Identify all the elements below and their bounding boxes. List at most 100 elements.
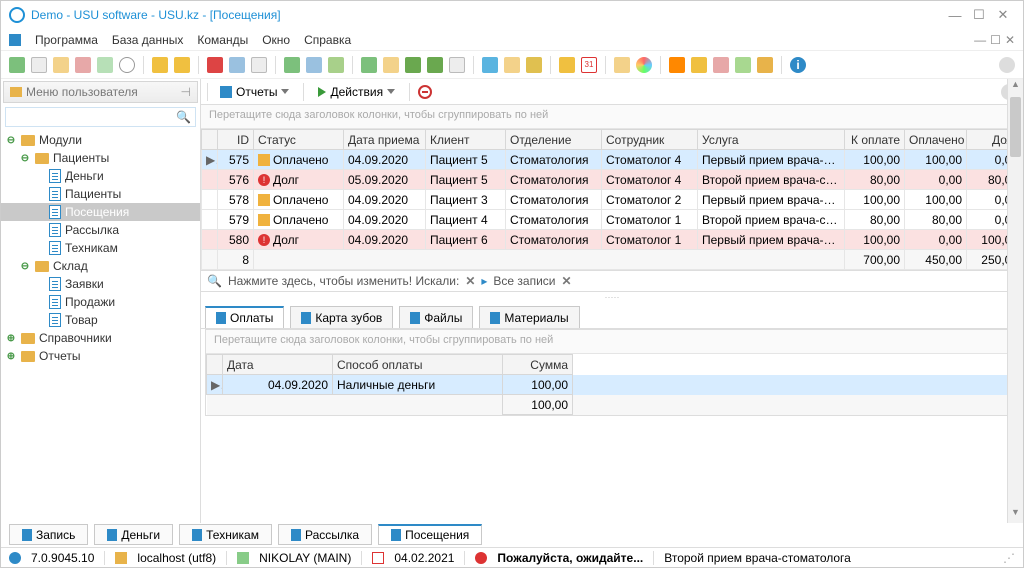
cell[interactable]: Стоматология: [506, 230, 602, 250]
column-header[interactable]: Сотрудник: [602, 130, 698, 150]
filter-bar[interactable]: 🔍 Нажмите здесь, чтобы изменить! Искали:…: [201, 270, 1023, 292]
mdi-restore-button[interactable]: ☐: [990, 33, 1001, 47]
clear-all-icon[interactable]: ✕: [562, 274, 572, 288]
cell[interactable]: [202, 190, 218, 210]
clock-icon[interactable]: [559, 57, 575, 73]
tool-icon[interactable]: [53, 57, 69, 73]
reports-button[interactable]: Отчеты: [214, 83, 295, 101]
expand-icon[interactable]: ⊕: [5, 351, 17, 362]
tool-icon[interactable]: [9, 57, 25, 73]
tool-icon[interactable]: [526, 57, 542, 73]
excel-icon[interactable]: [405, 57, 421, 73]
cell[interactable]: 100,00: [845, 190, 905, 210]
detail-tab[interactable]: Карта зубов: [290, 306, 393, 328]
table-row[interactable]: 579Оплачено04.09.2020Пациент 4Стоматолог…: [202, 210, 1023, 230]
tool-icon[interactable]: [75, 57, 91, 73]
tree-node[interactable]: Посещения: [1, 203, 200, 221]
cell-sum[interactable]: 100,00: [503, 375, 573, 395]
tree-node[interactable]: ⊖Пациенты: [1, 149, 200, 167]
table-row[interactable]: ▶575Оплачено04.09.2020Пациент 5Стоматоло…: [202, 150, 1023, 170]
color-icon[interactable]: [636, 57, 652, 73]
trophy-icon[interactable]: [174, 57, 190, 73]
bottom-tab[interactable]: Деньги: [94, 524, 173, 545]
cell[interactable]: Стоматология: [506, 150, 602, 170]
tree-node[interactable]: ⊕Справочники: [1, 329, 200, 347]
cell[interactable]: 576: [218, 170, 254, 190]
cell[interactable]: Оплачено: [254, 210, 344, 230]
cell[interactable]: [202, 170, 218, 190]
cell[interactable]: Стоматолог 4: [602, 150, 698, 170]
detail-tab[interactable]: Материалы: [479, 306, 579, 328]
bottom-tab[interactable]: Посещения: [378, 524, 482, 545]
cell[interactable]: Стоматолог 2: [602, 190, 698, 210]
cell[interactable]: 580: [218, 230, 254, 250]
bottom-tab[interactable]: Запись: [9, 524, 88, 545]
tool-icon[interactable]: [97, 57, 113, 73]
cell-date[interactable]: 04.09.2020: [223, 375, 333, 395]
minimize-button[interactable]: —: [943, 8, 967, 23]
cell[interactable]: 80,00: [845, 210, 905, 230]
col-method[interactable]: Способ оплаты: [333, 355, 503, 375]
scrollbar[interactable]: ▲ ▼: [1007, 79, 1023, 523]
column-header[interactable]: Статус: [254, 130, 344, 150]
actions-button[interactable]: Действия: [312, 83, 401, 101]
tree-node[interactable]: Товар: [1, 311, 200, 329]
cell[interactable]: 578: [218, 190, 254, 210]
tool-icon[interactable]: [284, 57, 300, 73]
column-header[interactable]: Клиент: [426, 130, 506, 150]
cell[interactable]: Стоматолог 1: [602, 230, 698, 250]
cell[interactable]: Стоматолог 4: [602, 170, 698, 190]
column-header[interactable]: Отделение: [506, 130, 602, 150]
column-header[interactable]: Оплачено: [905, 130, 967, 150]
col-date[interactable]: Дата: [223, 355, 333, 375]
cell[interactable]: Второй прием врача-сто...: [698, 210, 845, 230]
cell[interactable]: 0,00: [905, 170, 967, 190]
splitter[interactable]: ·····: [201, 292, 1023, 300]
tool-icon[interactable]: [328, 57, 344, 73]
filter-all[interactable]: Все записи: [493, 274, 555, 288]
flag-icon[interactable]: [207, 57, 223, 73]
tool-icon[interactable]: [614, 57, 630, 73]
sidebar-search[interactable]: 🔍: [5, 107, 196, 127]
cell[interactable]: [202, 210, 218, 230]
cell[interactable]: Пациент 5: [426, 170, 506, 190]
cell[interactable]: 80,00: [905, 210, 967, 230]
bottom-tab[interactable]: Техникам: [179, 524, 272, 545]
table-row[interactable]: 580!Долг04.09.2020Пациент 6СтоматологияС…: [202, 230, 1023, 250]
tree-node[interactable]: ⊕Отчеты: [1, 347, 200, 365]
cell[interactable]: Стоматология: [506, 190, 602, 210]
lock-icon[interactable]: [691, 57, 707, 73]
menu-database[interactable]: База данных: [112, 33, 183, 47]
tree-node[interactable]: ⊖Склад: [1, 257, 200, 275]
cell[interactable]: Пациент 6: [426, 230, 506, 250]
tree-node[interactable]: Пациенты: [1, 185, 200, 203]
tool-icon[interactable]: [251, 57, 267, 73]
excel-icon[interactable]: [427, 57, 443, 73]
note-icon[interactable]: [383, 57, 399, 73]
tool-icon[interactable]: [504, 57, 520, 73]
expand-icon[interactable]: ⊖: [19, 261, 31, 272]
cell[interactable]: 80,00: [845, 170, 905, 190]
cell[interactable]: Пациент 5: [426, 150, 506, 170]
cell[interactable]: Пациент 4: [426, 210, 506, 230]
table-row[interactable]: 578Оплачено04.09.2020Пациент 3Стоматолог…: [202, 190, 1023, 210]
bottom-tab[interactable]: Рассылка: [278, 524, 372, 545]
add-icon[interactable]: [361, 57, 377, 73]
column-header[interactable]: ID: [218, 130, 254, 150]
tool-icon[interactable]: [482, 57, 498, 73]
tree-node[interactable]: Техникам: [1, 239, 200, 257]
cell-method[interactable]: Наличные деньги: [333, 375, 503, 395]
cell[interactable]: !Долг: [254, 170, 344, 190]
cell[interactable]: 04.09.2020: [344, 150, 426, 170]
detail-tab[interactable]: Файлы: [399, 306, 473, 328]
key-icon[interactable]: [757, 57, 773, 73]
expand-icon[interactable]: ⊕: [5, 333, 17, 344]
column-header[interactable]: К оплате: [845, 130, 905, 150]
column-header[interactable]: Дата приема: [344, 130, 426, 150]
cell[interactable]: Второй прием врача-сто...: [698, 170, 845, 190]
trophy-icon[interactable]: [152, 57, 168, 73]
scroll-down-icon[interactable]: ▼: [1008, 507, 1023, 523]
col-sum[interactable]: Сумма: [503, 355, 573, 375]
close-button[interactable]: ✕: [991, 7, 1015, 23]
cell[interactable]: 575: [218, 150, 254, 170]
